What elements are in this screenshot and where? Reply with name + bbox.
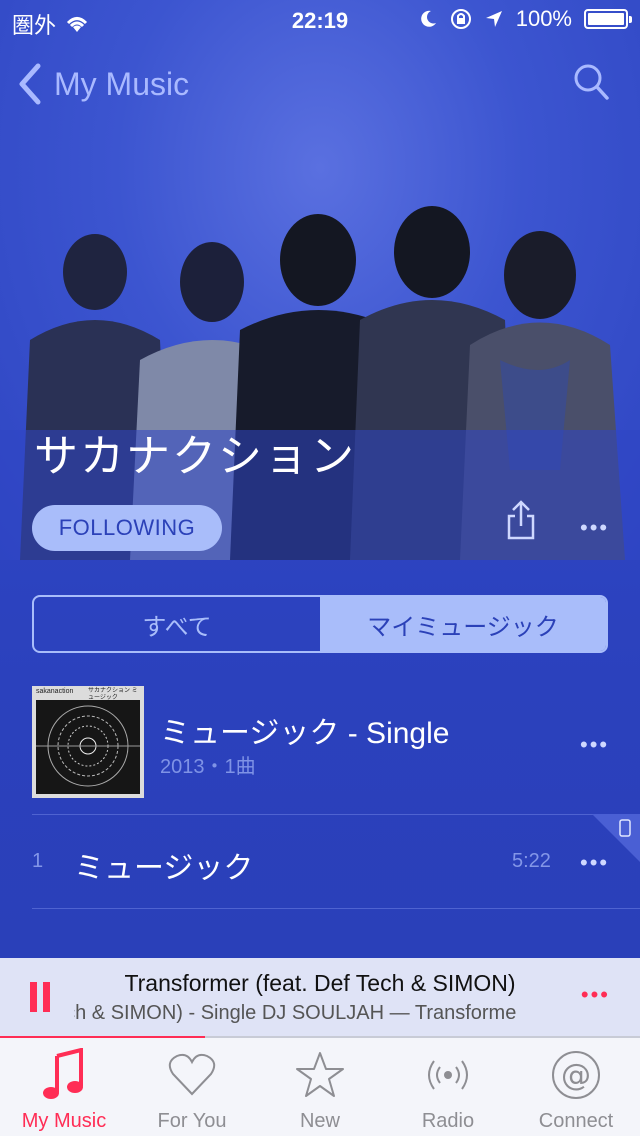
star-icon (296, 1052, 344, 1097)
track-duration: 5:22 (512, 850, 551, 872)
tab-label: Connect (538, 1110, 614, 1132)
album-subtitle: 2013・1曲 (160, 756, 256, 778)
tab-for-you[interactable]: For You (128, 1038, 256, 1136)
chevron-left-icon (19, 63, 41, 105)
tab-radio[interactable]: Radio (384, 1038, 512, 1136)
music-note-icon (43, 1048, 83, 1099)
svg-text:@: @ (561, 1058, 591, 1093)
ellipsis-icon: ••• (580, 732, 610, 757)
album-artwork[interactable]: sakanaction サカナクション ミュージック (32, 686, 144, 798)
tab-bar: My Music For You New Radio @ Connect (0, 1038, 640, 1136)
now-playing-more-button[interactable]: ••• (581, 982, 610, 1008)
album-art-image (32, 686, 144, 798)
ellipsis-icon: ••• (580, 982, 610, 1007)
album-art-label-right: サカナクション ミュージック (88, 688, 138, 701)
share-icon (507, 500, 535, 540)
now-playing-title: Transformer (feat. Def Tech & SIMON) (124, 970, 516, 996)
segment-all[interactable]: すべて (34, 597, 320, 651)
status-bar: 圏外 22:19 100% (0, 0, 640, 40)
segment-my-music[interactable]: マイミュージック (320, 597, 606, 651)
back-button[interactable]: My Music (16, 62, 189, 106)
artist-more-button[interactable]: ••• (580, 515, 609, 541)
share-button[interactable] (504, 498, 538, 547)
battery-icon (584, 9, 632, 29)
track-title[interactable]: ミュージック (74, 843, 253, 887)
ellipsis-icon: ••• (580, 850, 610, 875)
track-more-button[interactable]: ••• (580, 850, 609, 876)
track-number: 1 (32, 850, 44, 872)
search-button[interactable] (572, 62, 610, 107)
heart-icon (168, 1053, 216, 1096)
tab-my-music[interactable]: My Music (0, 1038, 128, 1136)
tab-connect[interactable]: @ Connect (512, 1038, 640, 1136)
rotation-lock-icon (450, 9, 471, 29)
ellipsis-icon: ••• (580, 515, 610, 540)
divider (32, 908, 640, 909)
tab-label: New (299, 1110, 340, 1132)
album-art-label-left: sakanaction (36, 688, 74, 695)
artist-name: サカナクション (34, 432, 356, 481)
divider (32, 814, 640, 815)
now-playing-bar[interactable]: Transformer (feat. Def Tech & SIMON) ech… (0, 958, 640, 1038)
album-more-button[interactable]: ••• (580, 732, 609, 758)
location-icon (485, 11, 502, 27)
navigation-bar: My Music (0, 56, 640, 112)
album-title[interactable]: ミュージック - Single (160, 708, 449, 752)
radio-icon (428, 1060, 468, 1090)
battery-percent: 100% (515, 6, 572, 31)
now-playing-subtitle: ech & SIMON) - Single DJ SOULJAH — Trans… (74, 1002, 517, 1024)
at-icon: @ (552, 1051, 600, 1099)
search-icon (574, 64, 609, 100)
artist-screen: 圏外 22:19 100% My Music サカナクション FOLLOWING… (0, 0, 640, 1136)
segmented-control: すべて マイミュージック (32, 595, 608, 653)
back-label: My Music (54, 65, 190, 102)
tab-label: Radio (421, 1110, 475, 1132)
following-button[interactable]: FOLLOWING (32, 505, 222, 551)
tab-label: My Music (21, 1110, 107, 1132)
tab-new[interactable]: New (256, 1038, 384, 1136)
moon-icon (420, 10, 436, 27)
tab-label: For You (157, 1110, 227, 1132)
